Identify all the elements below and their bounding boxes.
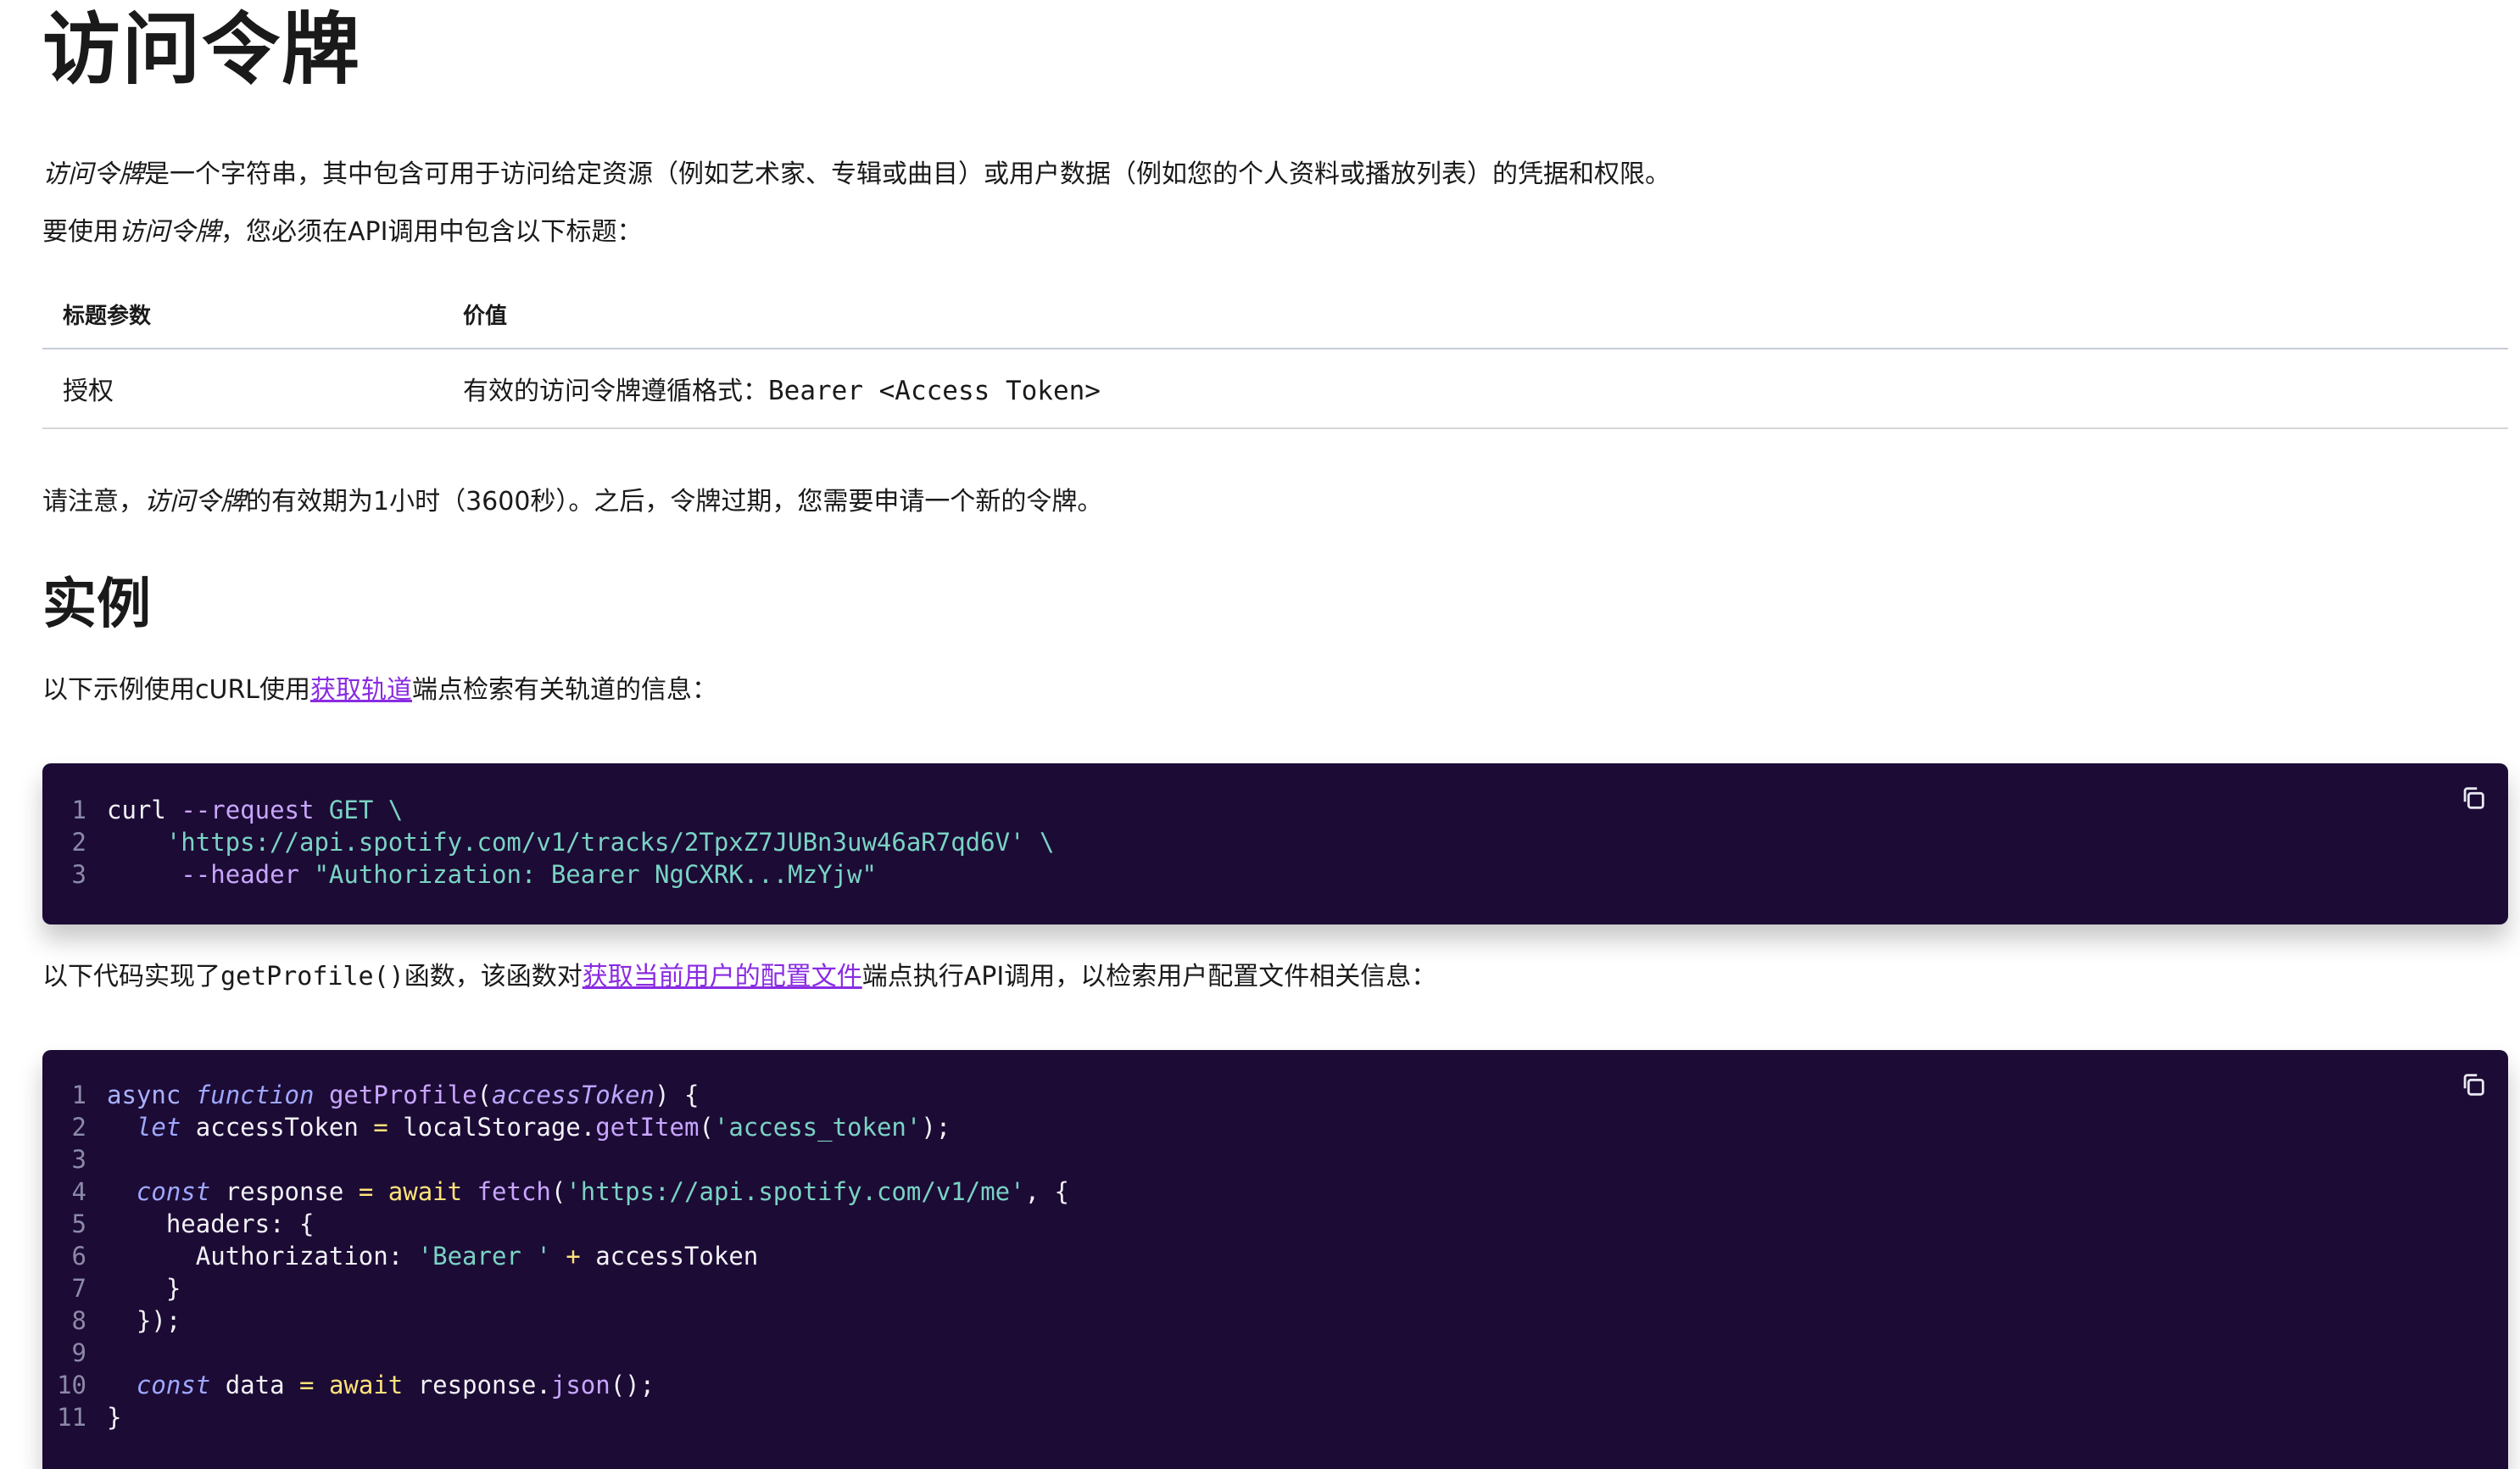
line-number: 10	[57, 1371, 86, 1399]
code-line: 1 curl --request GET \	[42, 794, 1054, 826]
value-cell: 有效的访问令牌遵循格式：Bearer <Access Token>	[443, 349, 2508, 429]
value-code: Bearer <Access Token>	[768, 376, 1101, 406]
code-line: 10 const data = await response.json();	[42, 1369, 1069, 1401]
usage-paragraph: 要使用访问令牌，您必须在API调用中包含以下标题：	[42, 215, 642, 249]
table-header-row: 标题参数 价值	[42, 280, 2508, 349]
intro-text: 是一个字符串，其中包含可用于访问给定资源（例如艺术家、专辑或曲目）或用户数据（例…	[144, 159, 1670, 189]
line-number: 9	[71, 1338, 86, 1367]
code-block-curl: 1 curl --request GET \ 2 'https://api.spot…	[42, 763, 2508, 924]
note-suffix: 的有效期为1小时（3600秒）。之后，令牌过期，您需要申请一个新的令牌。	[246, 487, 1103, 517]
code-line: 2 let accessToken = localStorage.getItem…	[42, 1111, 1069, 1143]
table-row: 授权 有效的访问令牌遵循格式：Bearer <Access Token>	[42, 349, 2508, 429]
intro-paragraph: 访问令牌是一个字符串，其中包含可用于访问给定资源（例如艺术家、专辑或曲目）或用户…	[42, 158, 1670, 192]
code-content: 1 async function getProfile(accessToken) …	[42, 1079, 1069, 1433]
column-header-param: 标题参数	[42, 280, 443, 349]
line-number: 3	[71, 860, 86, 889]
line-number: 5	[71, 1209, 86, 1238]
code-token: GET	[328, 796, 374, 824]
line-number: 4	[71, 1177, 86, 1206]
value-prefix: 有效的访问令牌遵循格式：	[463, 377, 768, 406]
line-number: 7	[71, 1274, 86, 1303]
example2-middle: 函数，该函数对	[404, 962, 583, 991]
line-number: 2	[71, 1113, 86, 1142]
line-number: 11	[57, 1403, 86, 1432]
code-token: --request	[181, 796, 315, 824]
line-number: 1	[71, 1081, 86, 1109]
column-header-value: 价值	[443, 280, 2508, 349]
example2-paragraph: 以下代码实现了getProfile()函数，该函数对获取当前用户的配置文件端点执…	[42, 960, 1436, 994]
code-line: 9	[42, 1337, 1069, 1369]
line-number: 3	[71, 1145, 86, 1174]
code-line: 4 const response = await fetch('https://…	[42, 1176, 1069, 1208]
code-token: curl	[107, 796, 166, 824]
usage-em: 访问令牌	[119, 217, 220, 247]
param-cell: 授权	[42, 349, 443, 429]
code-token: --header	[181, 860, 299, 889]
code-line: 1 async function getProfile(accessToken) …	[42, 1079, 1069, 1111]
code-content: 1 curl --request GET \ 2 'https://api.spot…	[42, 794, 1055, 891]
line-number: 1	[71, 796, 86, 824]
page-title: 访问令牌	[42, 4, 362, 95]
usage-suffix: ，您必须在API调用中包含以下标题：	[220, 217, 643, 247]
section-heading-example: 实例	[42, 573, 151, 636]
note-em: 访问令牌	[144, 487, 246, 517]
line-number: 8	[71, 1306, 86, 1335]
code-block-getprofile: 1 async function getProfile(accessToken) …	[42, 1050, 2508, 1469]
code-token: "Authorization: Bearer NgCXRK...MzYjw"	[314, 860, 877, 889]
get-current-user-profile-link[interactable]: 获取当前用户的配置文件	[583, 962, 862, 991]
example1-paragraph: 以下示例使用cURL使用获取轨道端点检索有关轨道的信息：	[42, 673, 717, 707]
line-number: 6	[71, 1242, 86, 1271]
code-token: 'https://api.spotify.com/v1/tracks/2TpxZ…	[165, 828, 1025, 857]
code-token: \	[387, 796, 404, 824]
code-line: 2 'https://api.spotify.com/v1/tracks/2Tp…	[42, 826, 1055, 858]
get-track-link[interactable]: 获取轨道	[310, 675, 412, 705]
code-line: 7 }	[42, 1272, 1069, 1304]
intro-em: 访问令牌	[42, 159, 144, 189]
note-prefix: 请注意，	[42, 487, 144, 517]
example2-prefix: 以下代码实现了	[42, 962, 220, 991]
code-line: 6 Authorization: 'Bearer ' + accessToken	[42, 1240, 1069, 1272]
example1-suffix: 端点检索有关轨道的信息：	[412, 675, 718, 705]
code-line: 11}	[42, 1401, 1069, 1433]
header-params-table: 标题参数 价值 授权 有效的访问令牌遵循格式：Bearer <Access To…	[42, 280, 2508, 429]
code-token: \	[1039, 828, 1055, 857]
example1-prefix: 以下示例使用cURL使用	[42, 675, 311, 705]
code-line: 5 headers: {	[42, 1208, 1069, 1240]
inline-code: getProfile()	[220, 962, 404, 991]
usage-prefix: 要使用	[42, 217, 119, 247]
copy-icon[interactable]	[2459, 784, 2488, 813]
note-paragraph: 请注意，访问令牌的有效期为1小时（3600秒）。之后，令牌过期，您需要申请一个新…	[42, 485, 1102, 519]
line-number: 2	[71, 828, 86, 857]
copy-icon[interactable]	[2459, 1070, 2488, 1099]
code-line: 8 });	[42, 1304, 1069, 1337]
example2-suffix: 端点执行API调用，以检索用户配置文件相关信息：	[861, 962, 1437, 991]
code-line: 3	[42, 1143, 1069, 1176]
code-line: 3 --header "Authorization: Bearer NgCXRK…	[42, 858, 1054, 891]
